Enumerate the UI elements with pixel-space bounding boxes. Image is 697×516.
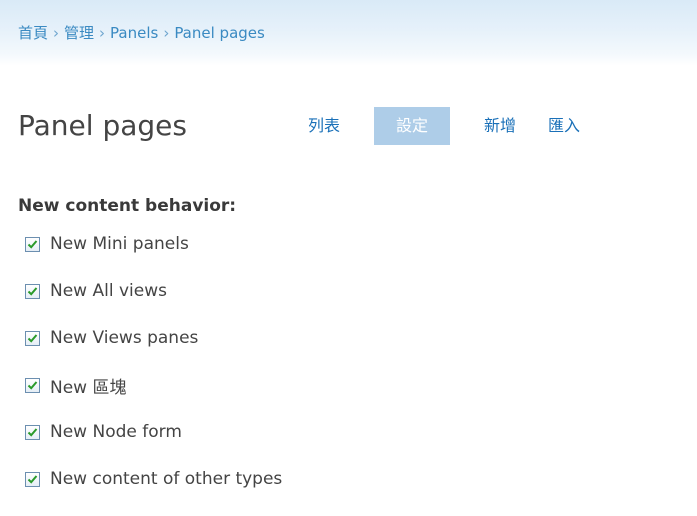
option-node-form: New Node form bbox=[25, 422, 282, 442]
option-label: New Node form bbox=[50, 422, 182, 442]
checkmark-icon bbox=[27, 380, 38, 390]
checkbox-mini-panels[interactable] bbox=[25, 236, 40, 252]
checkbox-other-types[interactable] bbox=[25, 471, 40, 487]
option-label: New content of other types bbox=[50, 469, 283, 489]
checkbox-blocks[interactable] bbox=[25, 377, 40, 393]
options-list: New Mini panels New All views New Views … bbox=[25, 234, 282, 516]
checkmark-icon bbox=[27, 239, 38, 249]
option-mini-panels: New Mini panels bbox=[25, 234, 282, 254]
breadcrumb-separator: › bbox=[53, 24, 60, 42]
breadcrumb-separator: › bbox=[163, 24, 170, 42]
breadcrumb-home-link[interactable]: 首頁 bbox=[18, 24, 48, 42]
section-title: New content behavior: bbox=[18, 196, 237, 216]
tab-import[interactable]: 匯入 bbox=[532, 107, 596, 145]
header-bar: 首頁 › 管理 › Panels › Panel pages bbox=[0, 0, 697, 66]
checkmark-icon bbox=[27, 286, 38, 296]
checkmark-icon bbox=[27, 474, 38, 484]
checkmark-icon bbox=[27, 427, 38, 437]
breadcrumb-panels-link[interactable]: Panels bbox=[110, 24, 158, 42]
option-label: New All views bbox=[50, 281, 167, 301]
checkbox-node-form[interactable] bbox=[25, 424, 40, 440]
option-blocks: New 區塊 bbox=[25, 375, 282, 398]
option-views-panes: New Views panes bbox=[25, 328, 282, 348]
page-title: Panel pages bbox=[18, 109, 187, 142]
tab-bar: 列表 設定 新增 匯入 bbox=[308, 107, 596, 145]
option-label: New Views panes bbox=[50, 328, 199, 348]
option-other-types: New content of other types bbox=[25, 469, 282, 489]
tab-settings[interactable]: 設定 bbox=[374, 107, 451, 145]
option-label: New 區塊 bbox=[50, 377, 127, 398]
tab-add[interactable]: 新增 bbox=[468, 107, 532, 145]
breadcrumb-admin-link[interactable]: 管理 bbox=[64, 24, 94, 42]
checkmark-icon bbox=[27, 333, 38, 343]
checkbox-all-views[interactable] bbox=[25, 283, 40, 299]
option-label: New Mini panels bbox=[50, 234, 189, 254]
breadcrumb-separator: › bbox=[99, 24, 106, 42]
option-all-views: New All views bbox=[25, 281, 282, 301]
breadcrumb: 首頁 › 管理 › Panels › Panel pages bbox=[18, 22, 265, 43]
breadcrumb-panel-pages-link[interactable]: Panel pages bbox=[174, 24, 265, 42]
tab-list[interactable]: 列表 bbox=[308, 107, 356, 145]
checkbox-views-panes[interactable] bbox=[25, 330, 40, 346]
